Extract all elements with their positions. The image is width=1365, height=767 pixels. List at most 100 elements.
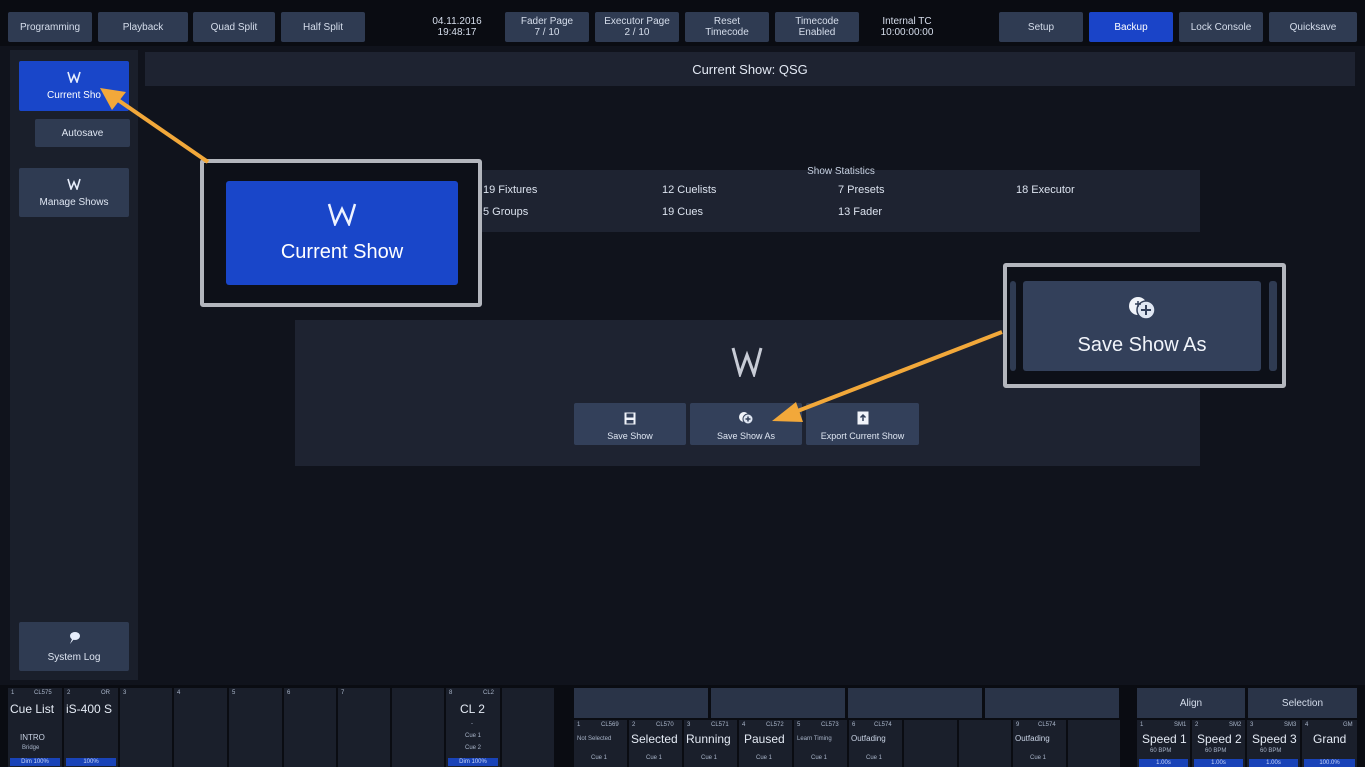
playback-cue: Cue 1: [465, 733, 482, 739]
sidebar-item-label: Manage Shows: [39, 196, 109, 208]
executor-number: 2: [632, 722, 636, 728]
export-current-show-button[interactable]: Export Current Show: [806, 403, 919, 445]
playback-4[interactable]: [174, 688, 227, 767]
playback-number: 6: [287, 690, 291, 696]
playback-8[interactable]: [446, 688, 500, 767]
speed-id: SM3: [1284, 722, 1297, 728]
executor-label: Not Selected: [577, 736, 612, 742]
executor-id: CL574: [1038, 722, 1056, 728]
sidebar-item-system-log[interactable]: System Log: [19, 622, 129, 671]
executor-label: Selected: [631, 732, 678, 746]
playback-3[interactable]: [120, 688, 172, 767]
playback-dimmer: Dim 100%: [448, 758, 498, 766]
save-show-label: Save Show: [607, 431, 653, 441]
playback-button[interactable]: Playback: [98, 12, 188, 42]
playback-6[interactable]: [284, 688, 336, 767]
stat-cues: 19 Cues: [662, 206, 703, 218]
speed-number: 2: [1195, 722, 1199, 728]
speed-number: 1: [1140, 722, 1144, 728]
executor-cue: Cue 1: [591, 755, 608, 761]
quad-split-button[interactable]: Quad Split: [193, 12, 275, 42]
export-file-icon: [857, 411, 869, 428]
playback-id: CL575: [34, 690, 52, 696]
executor-id: CL573: [821, 722, 839, 728]
save-show-as-button[interactable]: Save Show As: [690, 403, 802, 445]
speed-label: Grand: [1313, 732, 1347, 746]
sidebar-item-current-show[interactable]: Current Sho: [19, 61, 129, 111]
executor-id: CL572: [766, 722, 784, 728]
setup-button[interactable]: Setup: [999, 12, 1083, 42]
speed-id: GM: [1343, 722, 1353, 728]
executor-number: 5: [797, 722, 801, 728]
neighbor-button-edge: [1269, 281, 1277, 371]
selection-button[interactable]: Selection: [1248, 688, 1357, 718]
executor-cue: Cue 1: [756, 755, 773, 761]
speed-id: SM2: [1229, 722, 1242, 728]
stat-groups: 5 Groups: [483, 206, 529, 218]
save-show-as-callout: Save Show As: [1003, 263, 1286, 388]
playback-number: 2: [67, 690, 71, 696]
sidebar-item-label: System Log: [47, 651, 101, 663]
executor-number: 4: [742, 722, 746, 728]
save-show-as-callout-label: Save Show As: [1077, 334, 1207, 356]
speed-bpm: 60 BPM: [1205, 748, 1227, 754]
crown-logo-icon: [730, 345, 764, 379]
page-title: Current Show: QSG: [145, 52, 1355, 86]
playback-empty[interactable]: [502, 688, 554, 767]
reset-timecode-button[interactable]: Reset Timecode: [685, 12, 769, 42]
playback-number: 7: [341, 690, 345, 696]
playback-1[interactable]: [8, 688, 62, 767]
executor-page-button[interactable]: Executor Page 2 / 10: [595, 12, 679, 42]
speed-bpm: 60 BPM: [1150, 748, 1172, 754]
crown-logo-icon: [67, 71, 81, 86]
speed-label: Speed 3: [1252, 732, 1297, 746]
save-show-button[interactable]: Save Show: [574, 403, 686, 445]
programming-button[interactable]: Programming: [8, 12, 92, 42]
backup-button[interactable]: Backup: [1089, 12, 1173, 42]
executor-header: [574, 688, 708, 718]
executor-header: [985, 688, 1119, 718]
executor-number: 9: [1016, 722, 1020, 728]
lock-console-button[interactable]: Lock Console: [1179, 12, 1263, 42]
stat-executor: 18 Executor: [1016, 184, 1075, 196]
executor-number: 1: [577, 722, 581, 728]
executor-cue: Cue 1: [866, 755, 883, 761]
sidebar-item-label: Autosave: [61, 127, 104, 139]
stat-presets: 7 Presets: [838, 184, 885, 196]
executor-id: CL570: [656, 722, 674, 728]
console-screen: Programming Playback Quad Split Half Spl…: [0, 0, 1365, 767]
timecode-button[interactable]: Timecode Enabled: [775, 12, 859, 42]
executor-empty[interactable]: [959, 720, 1011, 767]
stat-fixtures: 19 Fixtures: [483, 184, 538, 196]
playback-number: 1: [11, 690, 15, 696]
speed-number: 3: [1250, 722, 1254, 728]
playback-2[interactable]: [64, 688, 118, 767]
sidebar-item-label: Current Sho: [47, 90, 101, 101]
sidebar-item-autosave[interactable]: Autosave: [35, 119, 130, 147]
executor-cue: Cue 1: [701, 755, 718, 761]
playback-7[interactable]: [338, 688, 390, 767]
speed-label: Speed 2: [1197, 732, 1242, 746]
quicksave-button[interactable]: Quicksave: [1269, 12, 1357, 42]
executor-label: Outfading: [851, 734, 886, 743]
grand-master-value: 100.0%: [1304, 759, 1355, 767]
speed-id: SM1: [1174, 722, 1187, 728]
playback-empty[interactable]: [392, 688, 444, 767]
executor-empty[interactable]: [904, 720, 957, 767]
executor-id: CL569: [601, 722, 619, 728]
sidebar-item-manage-shows[interactable]: Manage Shows: [19, 168, 129, 217]
playback-name: iS-400 S: [66, 702, 113, 716]
crown-logo-icon: [67, 178, 81, 193]
speed-number: 4: [1305, 722, 1309, 728]
executor-empty[interactable]: [1068, 720, 1120, 767]
fader-page-button[interactable]: Fader Page 7 / 10: [505, 12, 589, 42]
crown-logo-icon: [327, 202, 357, 231]
half-split-button[interactable]: Half Split: [281, 12, 365, 42]
speed-bpm: 60 BPM: [1260, 748, 1282, 754]
playback-5[interactable]: [229, 688, 282, 767]
playback-next-cue: Bridge: [22, 745, 40, 751]
current-show-callout-label: Current Show: [280, 241, 404, 263]
playback-id: CL2: [483, 690, 495, 696]
executor-label: Learn Timing: [797, 736, 832, 742]
align-button[interactable]: Align: [1137, 688, 1245, 718]
